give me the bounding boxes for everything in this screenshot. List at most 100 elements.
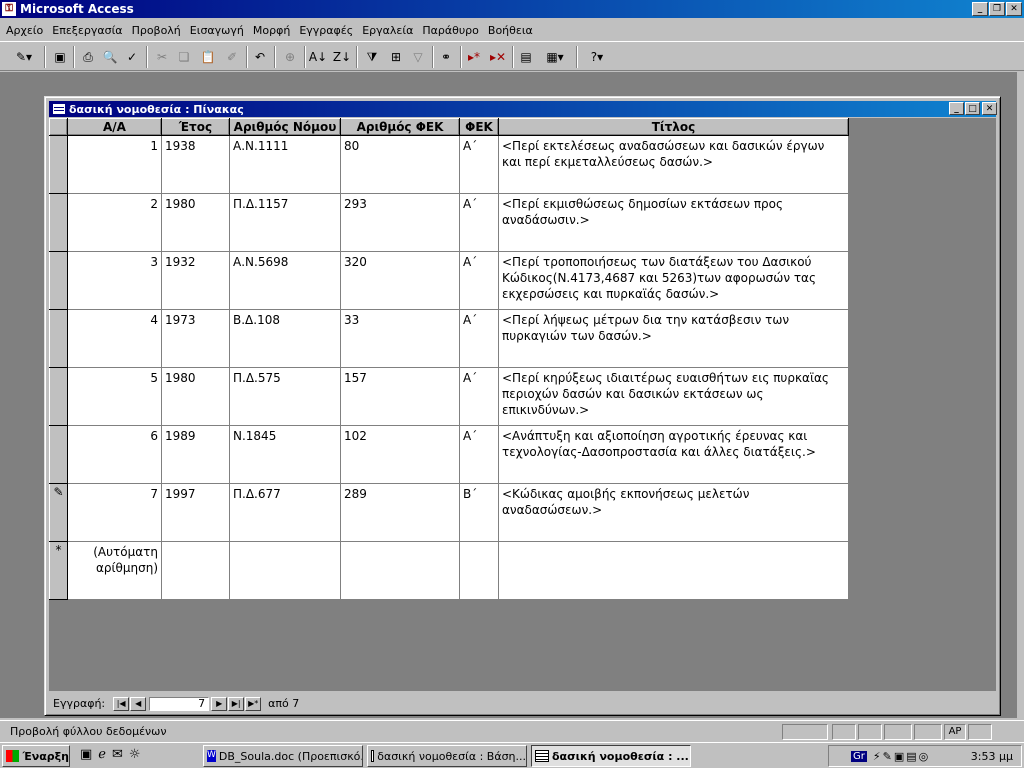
cell-law[interactable]: Π.Δ.575 [229,367,341,426]
cell-year[interactable]: 1989 [161,425,230,484]
cell-fek-number[interactable]: 80 [340,135,460,194]
row-selector[interactable] [49,135,68,194]
apply-filter-icon[interactable]: ▽ [408,47,428,67]
table-minimize-button[interactable]: _ [949,102,964,115]
cell-law[interactable]: Α.Ν.5698 [229,251,341,310]
cell-aa[interactable]: 2 [67,193,162,252]
cell-fek-number[interactable]: 293 [340,193,460,252]
last-record-button[interactable]: ▶| [228,696,245,711]
properties-icon[interactable]: ▤ [516,47,536,67]
row-selector[interactable] [49,367,68,426]
first-record-button[interactable]: |◀ [113,696,130,711]
cell-aa[interactable]: 6 [67,425,162,484]
desktop-icon[interactable]: ▣ [80,747,92,762]
cell-fek[interactable] [459,541,499,600]
row-selector[interactable] [49,251,68,310]
task-database-window[interactable]: δασική νομοθεσία : Βάση... [367,745,527,767]
row-selector-editing[interactable]: ✎ [49,483,68,542]
cut-icon[interactable]: ✂ [152,47,172,67]
column-header-title[interactable]: Τίτλος [498,118,849,136]
menu-help[interactable]: Βοήθεια [488,24,533,37]
cell-year[interactable]: 1980 [161,193,230,252]
help-icon[interactable]: ?▾ [582,47,612,67]
cell-title[interactable]: <Περί τροποποιήσεως των διατάξεων του Δα… [498,251,849,310]
column-header-year[interactable]: Έτος [161,118,230,136]
view-design-icon[interactable]: ✎▾ [8,47,40,67]
filter-by-form-icon[interactable]: ⊞ [386,47,406,67]
cell-law[interactable] [229,541,341,600]
table-maximize-button[interactable]: □ [965,102,980,115]
cell-aa[interactable]: 7 [67,483,162,542]
database-window-icon[interactable]: ▦▾ [540,47,570,67]
cell-year[interactable]: 1973 [161,309,230,368]
cell-aa[interactable]: 5 [67,367,162,426]
paste-icon[interactable]: 📋 [198,47,218,67]
minimize-button[interactable]: _ [972,2,988,16]
record-number-field[interactable]: 7 [149,696,210,711]
cell-fek[interactable]: Α΄ [459,367,499,426]
menu-edit[interactable]: Επεξεργασία [52,24,122,37]
cell-fek-number[interactable] [340,541,460,600]
menu-window[interactable]: Παράθυρο [422,24,479,37]
cell-fek-number[interactable]: 289 [340,483,460,542]
hyperlink-icon[interactable]: ⊕ [280,47,300,67]
menu-view[interactable]: Προβολή [132,24,181,37]
cell-title[interactable]: <Περί εκμισθώσεως δημοσίων εκτάσεων προς… [498,193,849,252]
delete-record-icon[interactable]: ▸✕ [488,47,508,67]
cell-fek[interactable]: Α΄ [459,309,499,368]
menu-file[interactable]: Αρχείο [6,24,43,37]
cell-fek[interactable]: Α΄ [459,425,499,484]
restore-button[interactable]: ❐ [989,2,1005,16]
cell-year[interactable]: 1938 [161,135,230,194]
cell-fek[interactable]: Α΄ [459,135,499,194]
cell-fek-number[interactable]: 102 [340,425,460,484]
column-header-law[interactable]: Αριθμός Νόμου [229,118,341,136]
format-painter-icon[interactable]: ✐ [222,47,242,67]
previous-record-button[interactable]: ◀ [130,696,147,711]
copy-icon[interactable]: ❏ [174,47,194,67]
cell-year[interactable]: 1997 [161,483,230,542]
column-header-aa[interactable]: Α/Α [67,118,162,136]
cell-law[interactable]: Ν.1845 [229,425,341,484]
cell-title[interactable]: <Περί κηρύξεως ιδιαιτέρως ευαισθήτων εις… [498,367,849,426]
cell-aa-autonumber[interactable]: (Αυτόματη αρίθμηση) [67,541,162,600]
language-indicator[interactable]: Gr [851,750,867,762]
cell-law[interactable]: Π.Δ.1157 [229,193,341,252]
save-icon[interactable]: ▣ [50,47,70,67]
spelling-icon[interactable]: ✓ [122,47,142,67]
cell-title[interactable]: <Κώδικας αμοιβής εκπονήσεως μελετών αναδ… [498,483,849,542]
menu-insert[interactable]: Εισαγωγή [190,24,244,37]
cell-fek[interactable]: Α΄ [459,193,499,252]
cell-fek-number[interactable]: 157 [340,367,460,426]
row-selector[interactable] [49,309,68,368]
print-preview-icon[interactable]: 🔍 [100,47,120,67]
menu-format[interactable]: Μορφή [253,24,290,37]
cell-fek-number[interactable]: 33 [340,309,460,368]
close-button[interactable]: ✕ [1006,2,1022,16]
cell-aa[interactable]: 4 [67,309,162,368]
menu-tools[interactable]: Εργαλεία [362,24,413,37]
workspace-scrollbar[interactable] [1017,72,1024,718]
sort-descending-icon[interactable]: Z↓ [332,47,352,67]
new-record-selector[interactable]: * [49,541,68,600]
cell-title[interactable]: <Περί λήψεως μέτρων δια την κατάσβεσιν τ… [498,309,849,368]
task-table-window[interactable]: δασική νομοθεσία : ... [531,745,691,767]
browser-icon[interactable]: ℯ [98,747,106,762]
cell-title[interactable] [498,541,849,600]
cell-law[interactable]: Α.Ν.1111 [229,135,341,194]
cell-year[interactable]: 1980 [161,367,230,426]
cell-fek[interactable]: Α΄ [459,251,499,310]
select-all-cell[interactable] [49,118,68,136]
column-header-fek[interactable]: ΦΕΚ [459,118,499,136]
outlook-icon[interactable]: ✉ [112,747,123,762]
find-icon[interactable]: ⚭ [436,47,456,67]
row-selector[interactable] [49,425,68,484]
new-record-icon[interactable]: ▸* [464,47,484,67]
row-selector[interactable] [49,193,68,252]
undo-icon[interactable]: ↶ [250,47,270,67]
table-close-button[interactable]: ✕ [982,102,997,115]
next-record-button[interactable]: ▶ [211,696,228,711]
cell-aa[interactable]: 3 [67,251,162,310]
print-icon[interactable]: ⎙ [78,47,98,67]
channels-icon[interactable]: ☼ [129,747,141,762]
